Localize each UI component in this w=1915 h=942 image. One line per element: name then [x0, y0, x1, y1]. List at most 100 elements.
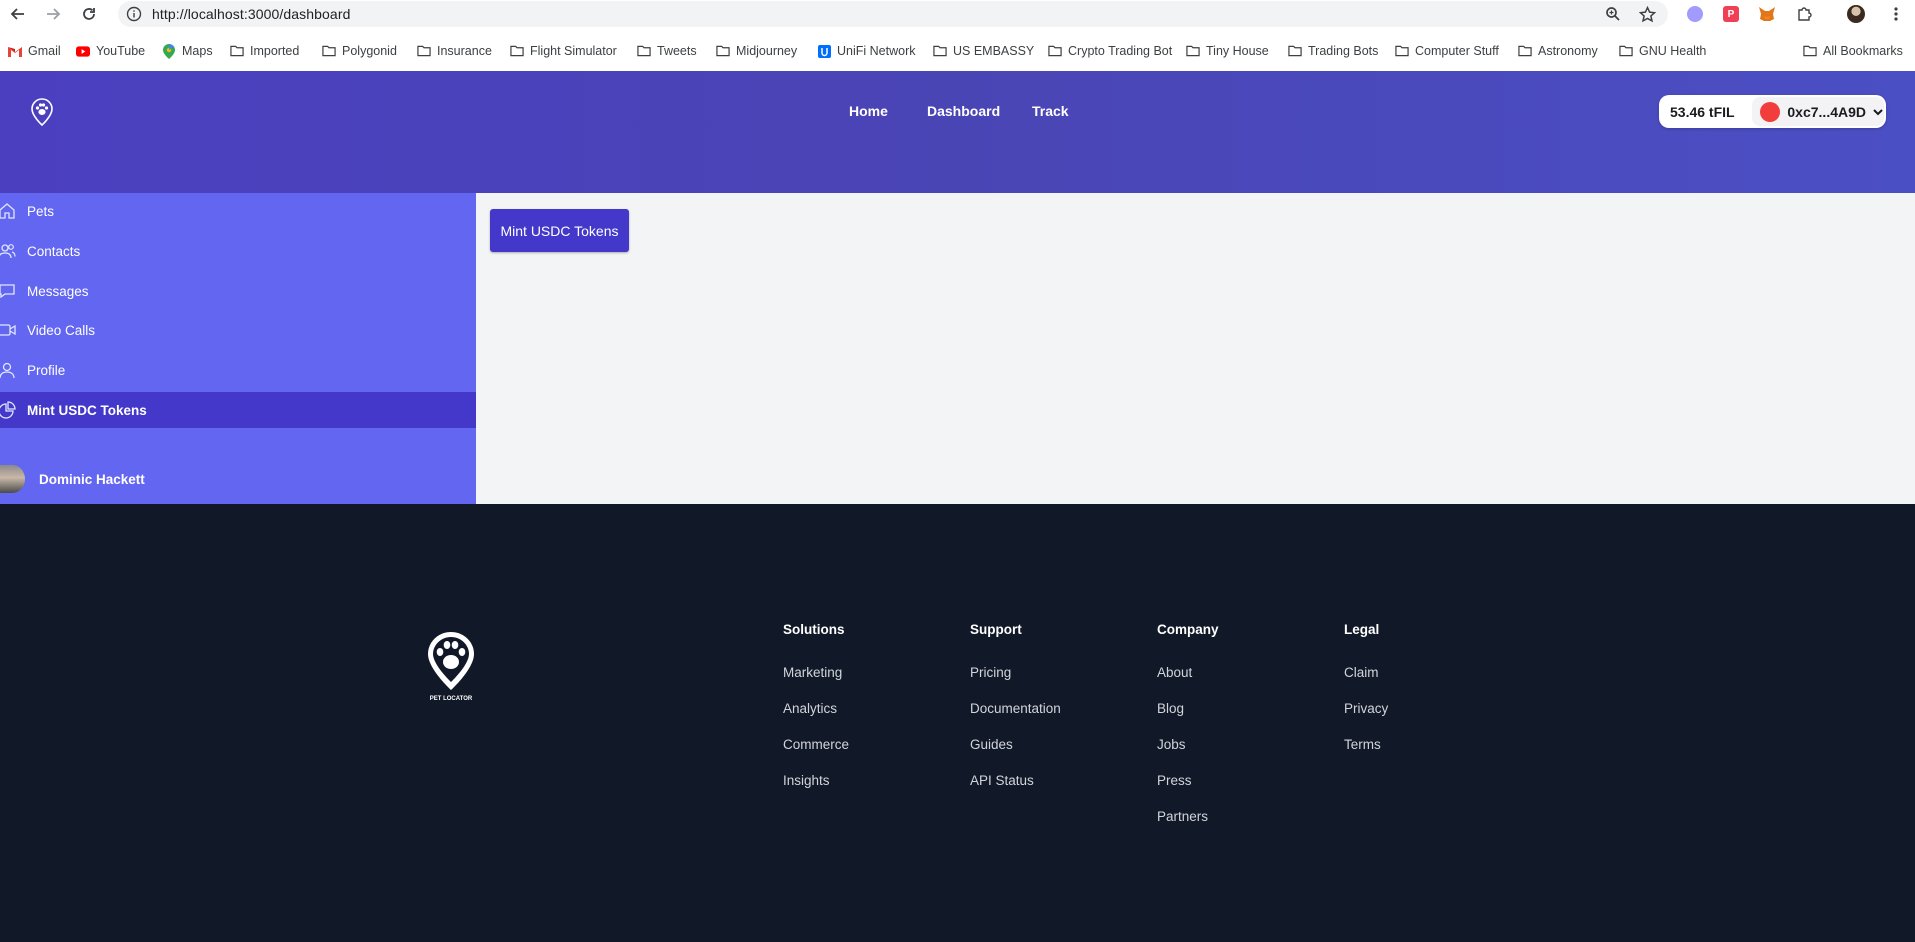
bookmark-insurance[interactable]: Insurance [417, 40, 492, 62]
bookmark-trading-bots[interactable]: Trading Bots [1288, 40, 1378, 62]
site-info-icon[interactable] [126, 6, 142, 22]
unifi-icon [817, 44, 831, 58]
footer-link[interactable]: Documentation [970, 701, 1061, 716]
profile-avatar-icon[interactable] [1846, 4, 1866, 24]
bookmark-label: YouTube [96, 44, 146, 58]
bookmark-label: UniFi Network [837, 44, 916, 58]
user-profile[interactable]: Dominic Hackett [0, 463, 145, 495]
bookmark-us-embassy[interactable]: US EMBASSY [933, 40, 1034, 62]
footer-link[interactable]: API Status [970, 773, 1034, 788]
sidebar-item-video-calls[interactable]: Video Calls [0, 312, 476, 348]
reload-icon [83, 8, 95, 20]
url-text[interactable]: http://localhost:3000/dashboard [152, 6, 350, 22]
bookmark-flight-simulator[interactable]: Flight Simulator [510, 40, 617, 62]
sidebar-item-messages[interactable]: Messages [0, 273, 476, 309]
footer-column-support: Support Pricing Documentation Guides API… [970, 622, 1061, 788]
account-button[interactable]: 0xc7...4A9D [1752, 97, 1884, 126]
browser-toolbar: http://localhost:3000/dashboard P [0, 0, 1915, 28]
back-arrow-icon [10, 8, 24, 20]
youtube-icon [76, 44, 90, 58]
footer-heading: Company [1157, 622, 1219, 637]
footer-link[interactable]: Commerce [783, 737, 849, 752]
folder-icon [1186, 44, 1200, 58]
footer-link[interactable]: Press [1157, 773, 1192, 788]
pie-chart-icon [0, 401, 16, 419]
extension-pocket-icon[interactable]: P [1721, 4, 1741, 24]
bookmark-maps[interactable]: Maps [162, 40, 213, 62]
folder-icon [1288, 44, 1302, 58]
sidebar: Pets Contacts Messages Video Calls Profi… [0, 193, 476, 504]
bookmark-label: Imported [250, 44, 300, 58]
footer-link[interactable]: Claim [1344, 665, 1379, 680]
metamask-fox-icon[interactable] [1757, 4, 1777, 24]
sidebar-item-label: Video Calls [27, 322, 96, 338]
bookmark-crypto-trading-bot[interactable]: Crypto Trading Bot [1048, 40, 1172, 62]
chat-icon [0, 282, 16, 300]
extension-purple-icon[interactable] [1685, 4, 1705, 24]
footer-link[interactable]: Analytics [783, 701, 837, 716]
bookmark-label: Midjourney [736, 44, 798, 58]
bookmark-astronomy[interactable]: Astronomy [1518, 40, 1598, 62]
folder-icon [637, 44, 651, 58]
footer-link[interactable]: Pricing [970, 665, 1011, 680]
sidebar-item-pets[interactable]: Pets [0, 193, 476, 229]
footer-link[interactable]: Blog [1157, 701, 1184, 716]
nav-dashboard[interactable]: Dashboard [927, 103, 1000, 119]
all-bookmarks-label: All Bookmarks [1823, 44, 1903, 58]
footer-link[interactable]: Insights [783, 773, 830, 788]
bookmark-tiny-house[interactable]: Tiny House [1186, 40, 1269, 62]
footer-heading: Solutions [783, 622, 845, 637]
pet-locator-logo-icon: PET LOCATOR [428, 632, 474, 702]
folder-icon [1518, 44, 1532, 58]
kebab-menu-icon[interactable] [1886, 4, 1906, 24]
footer-link[interactable]: Terms [1344, 737, 1381, 752]
bookmark-gmail[interactable]: Gmail [8, 40, 61, 62]
sidebar-item-mint-usdc-tokens[interactable]: Mint USDC Tokens [0, 392, 476, 428]
footer-heading: Legal [1344, 622, 1380, 637]
folder-icon [510, 44, 524, 58]
nav-track[interactable]: Track [1032, 103, 1069, 119]
bookmark-label: US EMBASSY [953, 44, 1035, 58]
bookmark-tweets[interactable]: Tweets [637, 40, 697, 62]
extensions-puzzle-icon[interactable] [1794, 4, 1814, 24]
footer-link[interactable]: Jobs [1157, 737, 1186, 752]
folder-icon [230, 44, 244, 58]
wallet-address: 0xc7...4A9D [1787, 103, 1866, 120]
wallet-balance[interactable]: 53.46 tFIL [1659, 104, 1752, 120]
bookmark-unifi-network[interactable]: UniFi Network [817, 40, 916, 62]
address-bar[interactable]: http://localhost:3000/dashboard [118, 1, 1668, 27]
footer-column-company: Company About Blog Jobs Press Partners [1157, 622, 1219, 824]
paw-logo-icon[interactable] [30, 98, 54, 128]
sidebar-item-label: Messages [27, 283, 89, 299]
footer-link[interactable]: Marketing [783, 665, 842, 680]
zoom-icon[interactable] [1603, 4, 1623, 24]
bookmark-gnu-health[interactable]: GNU Health [1619, 40, 1706, 62]
all-bookmarks[interactable]: All Bookmarks [1803, 40, 1903, 62]
users-icon [0, 242, 16, 260]
footer-link[interactable]: About [1157, 665, 1192, 680]
footer-link[interactable]: Partners [1157, 809, 1208, 824]
folder-icon [322, 44, 336, 58]
bookmark-youtube[interactable]: YouTube [76, 40, 145, 62]
sidebar-item-label: Pets [27, 203, 55, 219]
bookmark-polygonid[interactable]: Polygonid [322, 40, 397, 62]
wallet-connect-button[interactable]: 53.46 tFIL 0xc7...4A9D [1659, 95, 1886, 128]
bookmark-computer-stuff[interactable]: Computer Stuff [1395, 40, 1499, 62]
back-button[interactable] [6, 2, 30, 26]
bookmark-star-icon[interactable] [1637, 4, 1657, 24]
video-icon [0, 321, 16, 339]
nav-home[interactable]: Home [849, 103, 888, 119]
footer: PET LOCATOR Solutions Marketing Analytic… [0, 504, 1915, 942]
app-header: Home Dashboard Track 53.46 tFIL 0xc7...4… [0, 71, 1915, 193]
gmail-icon [8, 44, 22, 58]
footer-link[interactable]: Guides [970, 737, 1013, 752]
folder-icon [1048, 44, 1062, 58]
footer-link[interactable]: Privacy [1344, 701, 1388, 716]
bookmark-imported[interactable]: Imported [230, 40, 299, 62]
reload-button[interactable] [77, 2, 101, 26]
sidebar-item-contacts[interactable]: Contacts [0, 233, 476, 269]
bookmark-midjourney[interactable]: Midjourney [716, 40, 797, 62]
forward-button[interactable] [41, 2, 65, 26]
mint-usdc-button[interactable]: Mint USDC Tokens [490, 209, 629, 252]
sidebar-item-profile[interactable]: Profile [0, 352, 476, 388]
